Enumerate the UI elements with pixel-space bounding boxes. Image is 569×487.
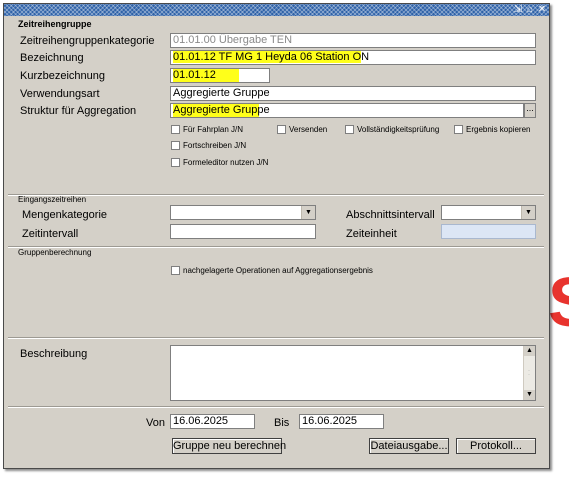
checkbox-box[interactable] [345,125,354,134]
dateiausgabe-button[interactable]: Dateiausgabe... [369,438,449,454]
bis-label: Bis [274,417,290,429]
section-title-eingangszeitreihen: Eingangszeitreihen [18,195,87,204]
checkbox-label: Für Fahrplan J/N [183,125,244,134]
bis-date-field[interactable]: 16.06.2025 [299,414,384,429]
mengenkategorie-label: Mengenkategorie [22,209,108,221]
von-date-field[interactable]: 16.06.2025 [170,414,255,429]
struktur-field[interactable]: Aggregierte Gruppe [170,103,524,118]
background-red-letter: S [548,262,569,342]
struktur-browse-button[interactable]: ... [524,103,536,118]
checkbox-fahrplan[interactable]: Für Fahrplan J/N [171,125,243,134]
kurzbezeichnung-value: 01.01.12 [173,69,239,82]
bezeichnung-label: Bezeichnung [20,52,84,64]
mengenkategorie-select[interactable]: ▼ [170,205,316,220]
checkbox-box[interactable] [277,125,286,134]
section-title-zeitreihengruppe: Zeitreihengruppe [18,19,92,29]
chevron-down-icon[interactable]: ▼ [521,206,535,219]
checkbox-nachgelagerte-operationen[interactable]: nachgelagerte Operationen auf Aggregatio… [171,266,373,275]
zeitintervall-label: Zeitintervall [22,228,79,240]
kurzbezeichnung-label: Kurzbezeichnung [20,70,106,82]
scroll-down-icon[interactable]: ▼ [524,390,535,400]
kategorie-field[interactable]: 01.01.00 Übergabe TEN [170,33,536,48]
checkbox-label: Formeleditor nutzen J/N [183,158,269,167]
verwendungsart-label: Verwendungsart [20,88,100,100]
checkbox-label: nachgelagerte Operationen auf Aggregatio… [183,266,373,275]
struktur-label: Struktur für Aggregation [20,105,137,117]
chevron-down-icon[interactable]: ▼ [301,206,315,219]
scroll-up-icon[interactable]: ▲ [524,346,535,356]
gruppe-neu-berechnen-button[interactable]: Gruppe neu berechnen [172,438,286,454]
beschreibung-label: Beschreibung [20,348,88,360]
section-title-gruppenberechnung: Gruppenberechnung [18,248,92,257]
close-icon[interactable]: ✕ [537,4,547,16]
abschnittsintervall-label: Abschnittsintervall [346,209,435,221]
checkbox-label: Fortschreiben J/N [183,141,247,150]
checkbox-box[interactable] [171,125,180,134]
zeiteinheit-label: Zeiteinheit [346,228,397,240]
checkbox-vollstaendigkeit[interactable]: Vollständigkeitsprüfung [345,125,439,134]
abschnittsintervall-select[interactable]: ▼ [441,205,536,220]
von-label: Von [146,417,165,429]
bezeichnung-value: 01.01.12 TF MG 1 Heyda 06 Station O [173,51,362,63]
kategorie-label: Zeitreihengruppenkategorie [20,35,155,47]
restore-icon[interactable]: ⌂ [525,4,535,16]
separator-dates [8,406,544,408]
checkbox-box[interactable] [454,125,463,134]
separator-beschreibung [8,337,544,339]
struktur-value: Aggregierte Gruppe [173,104,270,117]
checkbox-ergebnis-kopieren[interactable]: Ergebnis kopieren [454,125,530,134]
kurzbezeichnung-field[interactable]: 01.01.12 [170,68,270,83]
title-bar[interactable]: ⇲ ⌂ ✕ [4,4,549,16]
checkbox-formeleditor[interactable]: Formeleditor nutzen J/N [171,158,268,167]
beschreibung-textarea[interactable]: ▲ · · ▼ [170,345,536,401]
bezeichnung-field[interactable]: 01.01.12 TF MG 1 Heyda 06 Station ON [170,50,536,65]
bezeichnung-value-tail: N [361,51,370,63]
scroll-thumb[interactable]: · · [528,368,531,378]
zeiteinheit-field[interactable] [441,224,536,239]
zeitintervall-field[interactable] [170,224,316,239]
verwendungsart-field[interactable]: Aggregierte Gruppe [170,86,536,101]
separator-eingang [8,194,544,196]
checkbox-box[interactable] [171,266,180,275]
protokoll-button[interactable]: Protokoll... [456,438,536,454]
checkbox-label: Versenden [289,125,328,134]
checkbox-label: Ergebnis kopieren [466,125,531,134]
form-window: ⇲ ⌂ ✕ Zeitreihengruppe Zeitreihengruppen… [3,3,550,469]
textarea-scrollbar[interactable]: ▲ · · ▼ [523,346,535,400]
checkbox-fortschreiben[interactable]: Fortschreiben J/N [171,141,246,150]
pin-icon[interactable]: ⇲ [513,4,523,16]
checkbox-box[interactable] [171,158,180,167]
checkbox-label: Vollständigkeitsprüfung [357,125,440,134]
checkbox-box[interactable] [171,141,180,150]
checkbox-versenden[interactable]: Versenden [277,125,327,134]
